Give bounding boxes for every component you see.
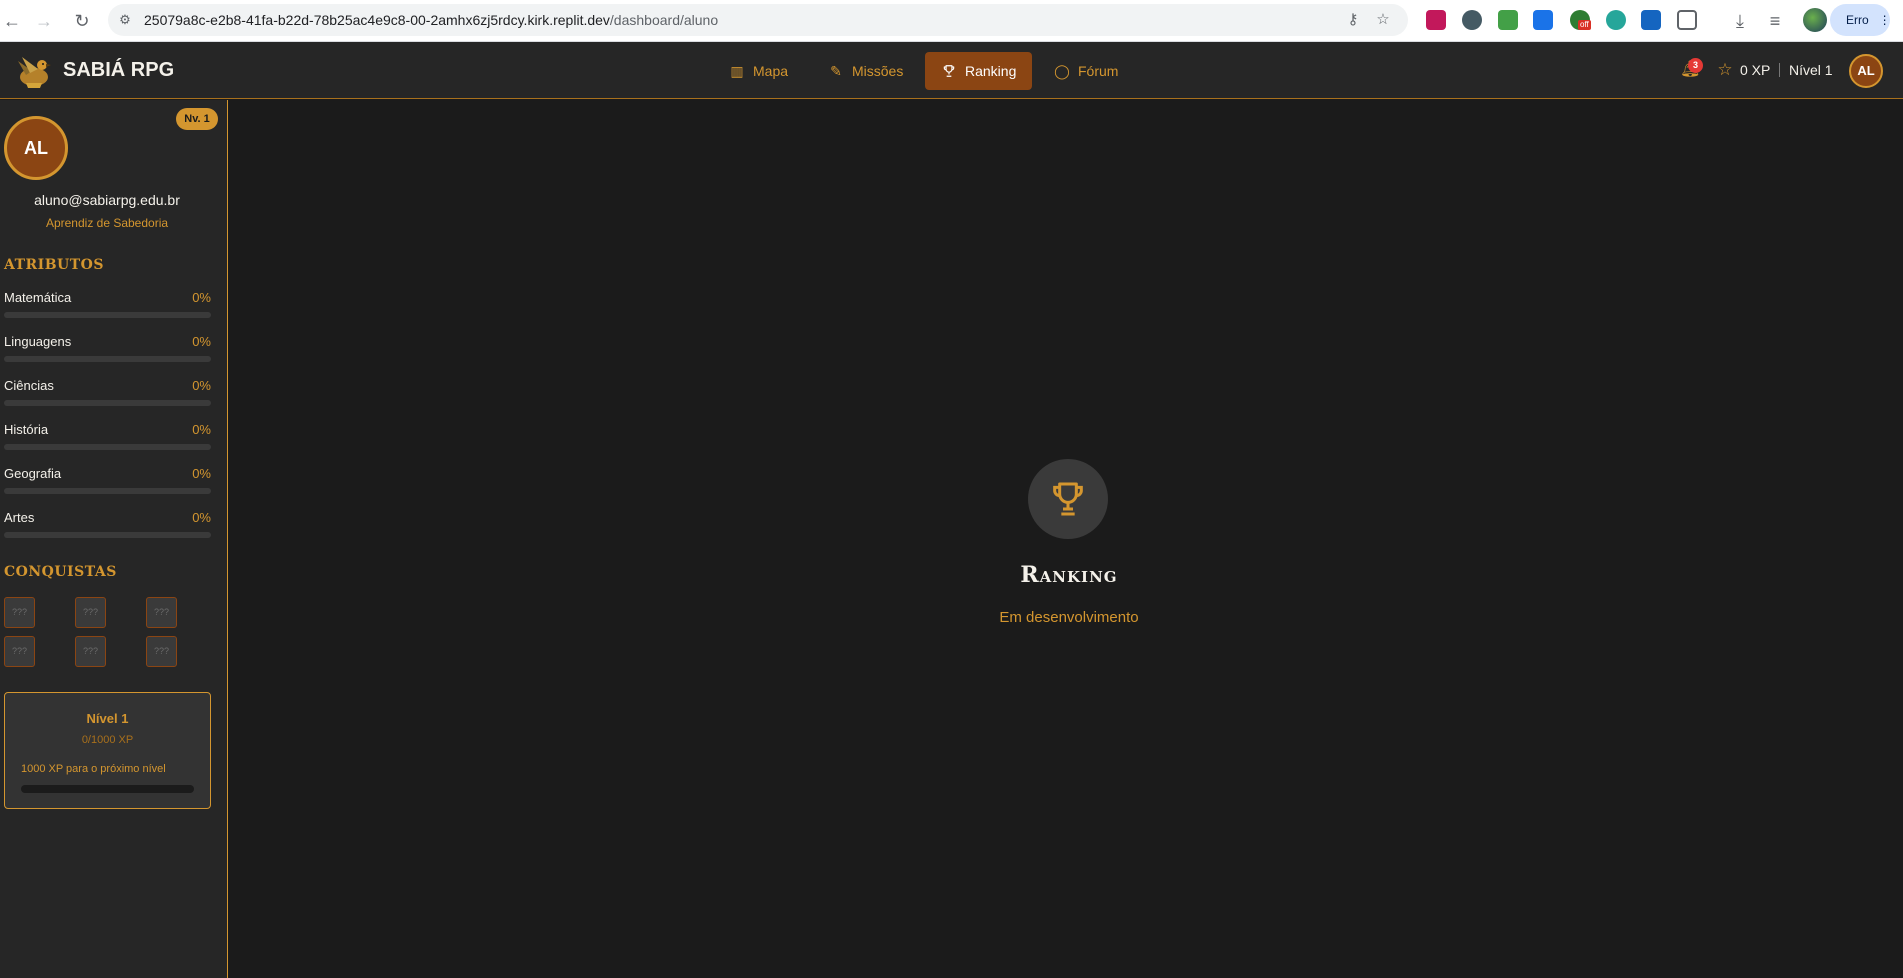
extension-icon[interactable] [1462, 10, 1482, 30]
trophy-badge [1028, 459, 1108, 539]
attribute-percent: 0% [192, 290, 211, 305]
download-extension-icon[interactable] [1426, 10, 1446, 30]
attribute-percent: 0% [192, 422, 211, 437]
user-rank-title: Aprendiz de Sabedoria [45, 216, 169, 230]
attribute-progress-bar [4, 532, 211, 538]
attribute-progress-bar [4, 312, 211, 318]
attribute-name: Geografia [4, 466, 62, 481]
attribute-progress-bar [4, 356, 211, 362]
trophy-icon [941, 52, 957, 90]
attribute-progress-bar [4, 444, 211, 450]
level-card-next: 1000 XP para o próximo nível [21, 763, 166, 775]
translate-extension-icon[interactable] [1533, 10, 1553, 30]
attribute-name: Artes [4, 510, 35, 525]
tab-mapa[interactable]: ▥ Mapa [713, 52, 804, 90]
level-card-xp: 0/1000 XP [81, 734, 134, 746]
attribute-percent: 0% [192, 378, 211, 393]
browser-toolbar: ← → ↻ ⚙ 25079a8c-e2b8-41fa-b22d-78b25ac4… [0, 0, 1903, 42]
attribute-percent: 0% [192, 466, 211, 481]
extensions-puzzle-icon[interactable] [1677, 10, 1697, 30]
tab-ranking[interactable]: Ranking [925, 52, 1033, 90]
achievement-locked[interactable]: ??? [4, 636, 35, 667]
attribute-progress-bar [4, 400, 211, 406]
tab-label: Ranking [965, 63, 1017, 79]
tab-label: Fórum [1078, 63, 1119, 79]
level-progress-bar [21, 785, 194, 793]
attribute-name: História [4, 422, 49, 437]
star-icon: ☆ [1717, 60, 1733, 79]
menu-dots-icon[interactable]: ⋮ [1879, 13, 1891, 27]
main-content: Ranking Em desenvolvimento [229, 100, 1903, 978]
tab-label: Missões [852, 63, 904, 79]
attribute-percent: 0% [192, 510, 211, 525]
extension-off-icon[interactable]: off [1570, 10, 1591, 30]
url-text[interactable]: 25079a8c-e2b8-41fa-b22d-78b25ac4e9c8-00-… [144, 4, 718, 36]
attribute-name: Matemática [4, 290, 72, 305]
attribute-name: Ciências [4, 378, 54, 393]
achievement-locked[interactable]: ??? [75, 636, 106, 667]
page-title: Ranking [1020, 562, 1118, 588]
forward-icon[interactable]: → [32, 9, 56, 33]
attribute-ciencias: Ciências 0% [4, 378, 211, 408]
pen-icon: ✎ [830, 63, 842, 79]
reload-icon[interactable]: ↻ [70, 9, 94, 33]
site-info-icon[interactable]: ⚙ [116, 11, 134, 29]
notification-count-badge: 3 [1688, 58, 1703, 73]
bookmark-star-icon[interactable]: ☆ [1374, 11, 1392, 29]
url-path: /dashboard/aluno [609, 12, 719, 28]
chat-icon: ◯ [1054, 63, 1070, 79]
profile-avatar: AL [4, 116, 68, 180]
downloads-icon[interactable]: ⤓ [1728, 9, 1752, 33]
achievements-heading: CONQUISTAS [4, 564, 117, 580]
level-badge: Nv. 1 [176, 108, 218, 130]
app-header: SABIÁ RPG ▥ Mapa ✎ Missões Ranking ◯ Fórum … [0, 42, 1903, 99]
brand-name[interactable]: SABIÁ RPG [63, 42, 174, 99]
page-subtitle: Em desenvolvimento [999, 609, 1139, 626]
back-icon[interactable]: ← [0, 9, 24, 33]
extension-icon[interactable] [1498, 10, 1518, 30]
attribute-linguagens: Linguagens 0% [4, 334, 211, 364]
xp-counter: 0 XP [1740, 62, 1771, 78]
attributes-heading: ATRIBUTOS [4, 257, 104, 273]
attribute-percent: 0% [192, 334, 211, 349]
extension-icon[interactable] [1641, 10, 1661, 30]
key-icon[interactable]: ⚷ [1344, 11, 1362, 29]
media-icon[interactable]: ≡ [1763, 9, 1787, 33]
achievement-locked[interactable]: ??? [75, 597, 106, 628]
tab-forum[interactable]: ◯ Fórum [1038, 52, 1134, 90]
profile-avatar-icon[interactable] [1803, 8, 1827, 32]
sabia-logo-icon[interactable] [12, 51, 52, 91]
extension-off-label: off [1578, 20, 1591, 30]
user-avatar[interactable]: AL [1849, 54, 1883, 88]
level-indicator: Nível 1 [1789, 62, 1833, 78]
attribute-name: Linguagens [4, 334, 72, 349]
address-bar[interactable]: ⚙ 25079a8c-e2b8-41fa-b22d-78b25ac4e9c8-0… [108, 4, 1408, 36]
divider [1779, 63, 1780, 77]
level-card-title: Nível 1 [86, 711, 129, 726]
attribute-artes: Artes 0% [4, 510, 211, 540]
url-host: 25079a8c-e2b8-41fa-b22d-78b25ac4e9c8-00-… [144, 12, 610, 28]
trophy-icon [1053, 482, 1083, 516]
attribute-geografia: Geografia 0% [4, 466, 211, 496]
attribute-matematica: Matemática 0% [4, 290, 211, 320]
profile-error-button[interactable]: Erro ⋮ [1830, 4, 1891, 36]
achievement-locked[interactable]: ??? [146, 597, 177, 628]
profile-error-label: Erro [1846, 13, 1869, 27]
achievement-locked[interactable]: ??? [4, 597, 35, 628]
attribute-progress-bar [4, 488, 211, 494]
tab-missoes[interactable]: ✎ Missões [812, 52, 919, 90]
map-icon: ▥ [730, 63, 744, 79]
attribute-historia: História 0% [4, 422, 211, 452]
achievement-locked[interactable]: ??? [146, 636, 177, 667]
extension-icon[interactable] [1606, 10, 1626, 30]
sidebar: AL Nv. 1 aluno@sabiarpg.edu.br Aprendiz … [0, 100, 228, 978]
user-email: aluno@sabiarpg.edu.br [34, 192, 180, 208]
level-progress-card: Nível 1 0/1000 XP 1000 XP para o próximo… [4, 692, 211, 809]
tab-label: Mapa [753, 63, 789, 79]
